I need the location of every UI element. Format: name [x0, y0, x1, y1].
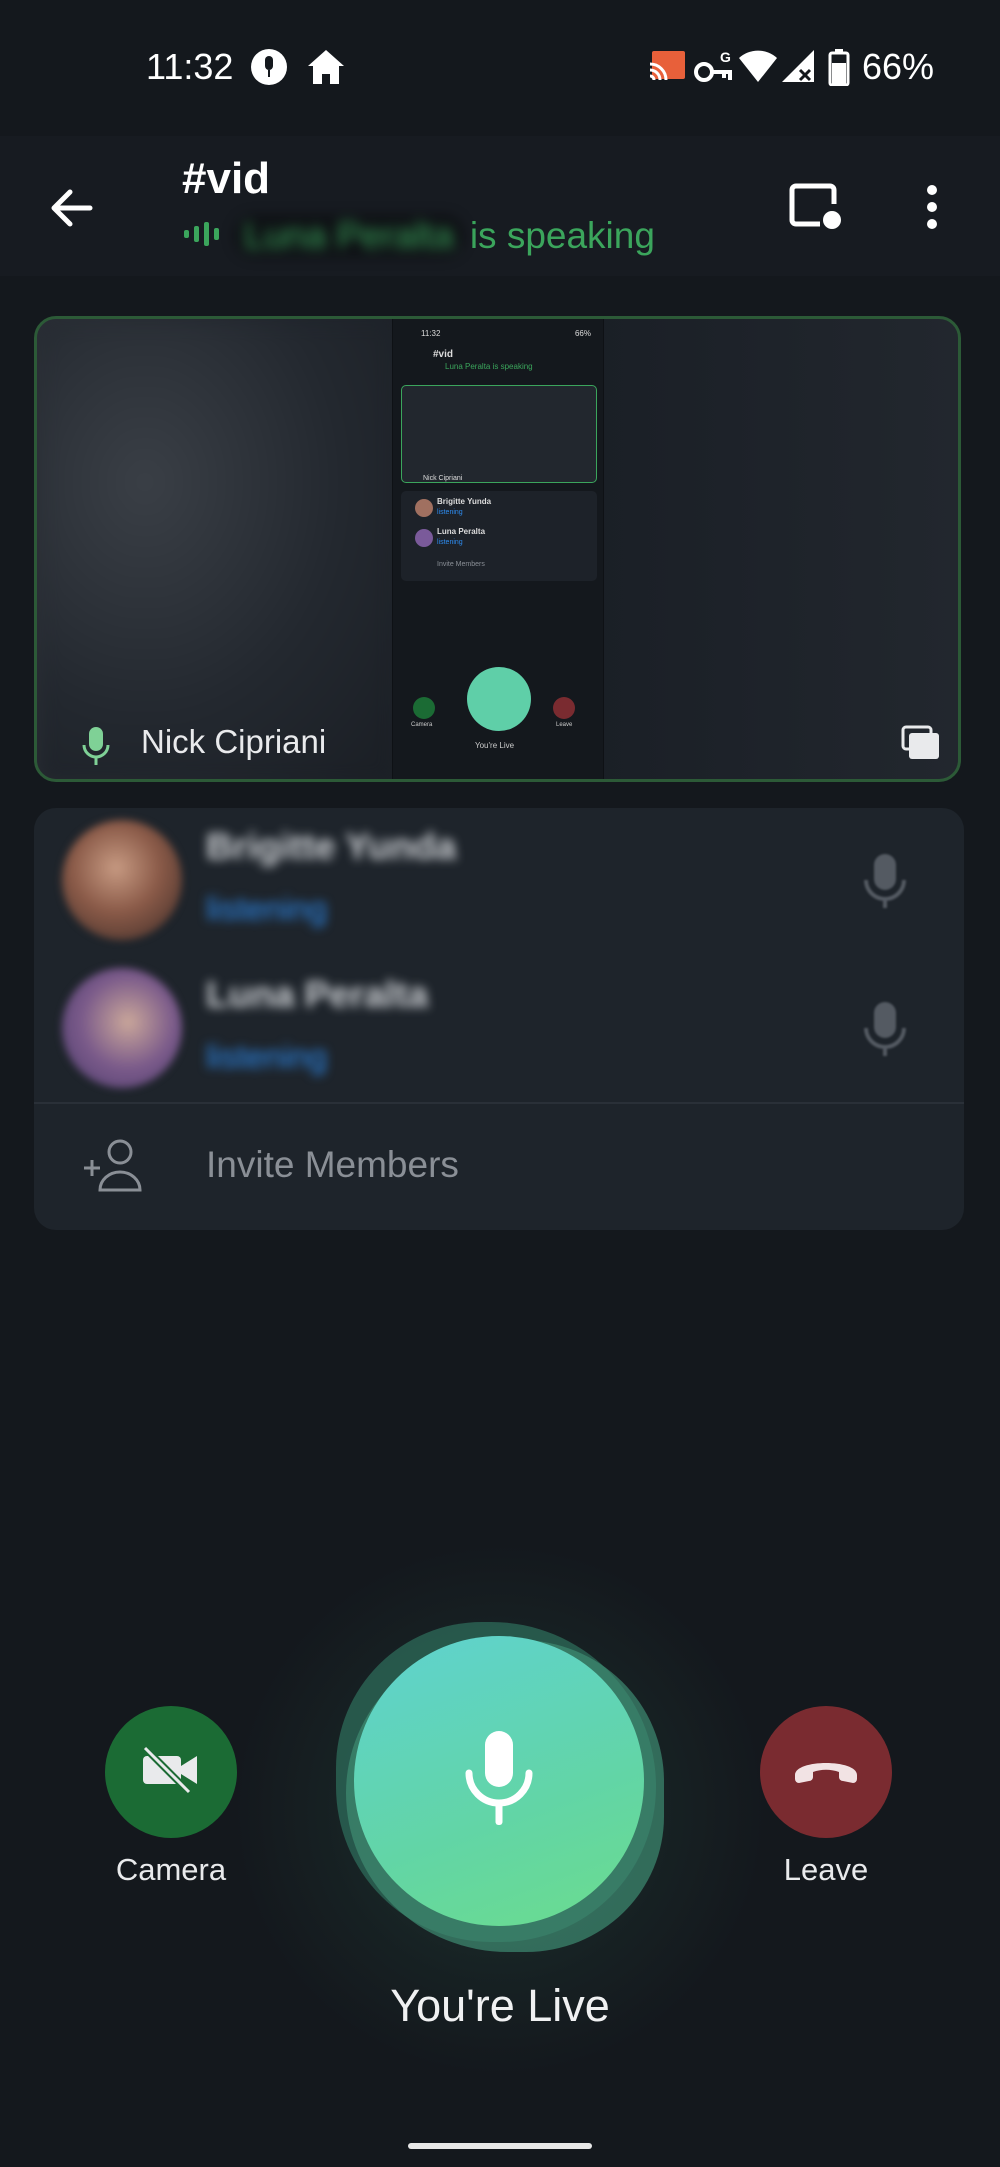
svg-text:G: G: [720, 49, 731, 65]
mini-avatar: [415, 529, 433, 547]
participant-row[interactable]: Luna Peralta listening: [34, 956, 964, 1104]
mini-camera-label: Camera: [411, 722, 433, 728]
participant-status: listening: [206, 1038, 328, 1075]
mini-status-2: listening: [437, 539, 463, 546]
channel-title: #vid: [182, 154, 271, 203]
signal-icon: [780, 48, 816, 89]
mini-live-button: [467, 667, 531, 731]
status-time: 11:32: [146, 46, 234, 87]
video-participant-name: Nick Cipriani: [141, 723, 327, 760]
screen-share-icon[interactable]: [788, 182, 844, 237]
participant-name: Luna Peralta: [206, 974, 429, 1015]
status-bar: 11:32 G 66%: [0, 0, 1000, 136]
microphone-icon: [459, 1727, 539, 1836]
video-background: [37, 319, 397, 779]
home-icon: [306, 48, 346, 91]
invite-members-button[interactable]: Invite Members: [34, 1104, 964, 1230]
video-tile[interactable]: 11:32 66% #vid Luna Peralta is speaking …: [34, 316, 961, 782]
app-bar: #vid Luna Peralta is speaking: [0, 136, 1000, 276]
mic-icon: [81, 725, 111, 774]
mini-time: 11:32: [421, 329, 441, 338]
battery-percent: 66%: [862, 46, 935, 87]
invite-members-label: Invite Members: [206, 1144, 459, 1185]
mini-title: #vid: [433, 349, 454, 360]
speaker-name: Luna Peralta: [234, 215, 464, 257]
mini-participant-1: Brigitte Yunda: [437, 497, 492, 506]
mic-icon: [860, 1000, 910, 1065]
mini-status-1: listening: [437, 509, 463, 516]
add-person-icon: [82, 1138, 146, 1199]
mini-invite: Invite Members: [437, 561, 485, 568]
mini-participant-2: Luna Peralta: [437, 527, 486, 536]
mini-speaking: Luna Peralta is speaking: [445, 362, 533, 371]
mini-live-label: You're Live: [475, 741, 515, 750]
participant-row[interactable]: Brigitte Yunda listening: [34, 808, 964, 956]
podcast-mic-icon: [250, 48, 288, 91]
screen-share-preview: 11:32 66% #vid Luna Peralta is speaking …: [392, 319, 604, 779]
camera-label: Camera: [115, 1852, 227, 1887]
key-icon: G: [694, 48, 734, 91]
camera-off-icon: [139, 1744, 203, 1801]
leave-label: Leave: [783, 1852, 869, 1887]
camera-button[interactable]: [105, 1706, 237, 1838]
home-indicator[interactable]: [408, 2143, 592, 2149]
live-mic-button[interactable]: [354, 1636, 644, 1926]
mini-video-tile: [401, 385, 597, 483]
mini-camera-button: [413, 697, 435, 719]
speaking-indicator: Luna Peralta is speaking: [182, 214, 655, 258]
back-arrow-icon[interactable]: [44, 180, 100, 236]
mini-battery: 66%: [574, 329, 591, 338]
mini-participants: Brigitte Yunda listening Luna Peralta li…: [401, 491, 597, 581]
avatar: [62, 968, 182, 1088]
mini-leave-label: Leave: [556, 722, 573, 728]
cast-icon: [648, 48, 688, 89]
speaking-suffix: is speaking: [469, 215, 655, 256]
participant-status: listening: [206, 890, 328, 927]
hang-up-icon: [791, 1753, 861, 1792]
battery-icon: [828, 48, 850, 91]
picture-in-picture-icon[interactable]: [901, 725, 941, 766]
participants-list: Brigitte Yunda listening Luna Peralta li…: [34, 808, 964, 1230]
participant-name: Brigitte Yunda: [206, 826, 457, 867]
mini-nick: Nick Cipriani: [423, 475, 463, 482]
mini-avatar: [415, 499, 433, 517]
speaking-wave-icon: [182, 220, 222, 253]
mini-leave-button: [553, 697, 575, 719]
wifi-icon: [738, 48, 778, 89]
live-status-label: You're Live: [390, 1980, 610, 2031]
mic-icon: [860, 852, 910, 917]
avatar: [62, 820, 182, 940]
more-options-icon[interactable]: [924, 182, 940, 237]
leave-button[interactable]: [760, 1706, 892, 1838]
